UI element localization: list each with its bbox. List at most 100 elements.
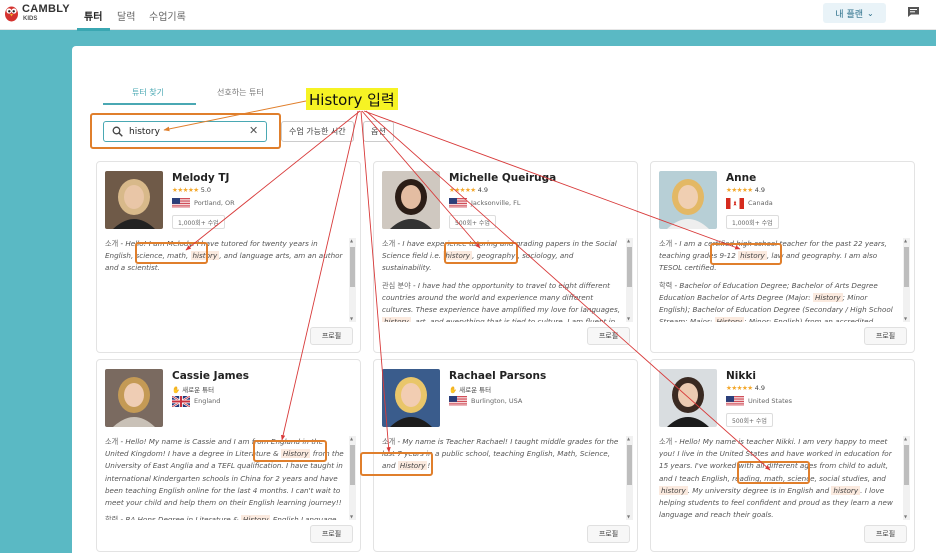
top-navigation-bar: CAMBLY KIDS 튜터 달력 수업기록 내 플랜 ⌄ xyxy=(0,0,936,31)
scroll-down-icon[interactable]: ▼ xyxy=(350,317,353,321)
tutor-avatar[interactable] xyxy=(105,171,163,229)
scrollbar-thumb[interactable] xyxy=(904,445,909,485)
tutor-card[interactable]: Melody TJ ★★★★★ 5.0 Portland, OR 1,000회+ 수업… xyxy=(96,161,361,353)
chevron-down-icon: ⌄ xyxy=(867,8,874,18)
tutor-avatar[interactable] xyxy=(105,369,163,427)
scroll-up-icon[interactable]: ▲ xyxy=(350,239,353,243)
tutor-avatar[interactable] xyxy=(659,369,717,427)
scrollbar-thumb[interactable] xyxy=(627,247,632,287)
description-section: 소개 - My name is Teacher Rachael! I taugh… xyxy=(382,437,619,471)
scroll-up-icon[interactable]: ▲ xyxy=(627,437,630,441)
search-highlight: History xyxy=(240,515,271,520)
scroll-up-icon[interactable]: ▲ xyxy=(350,437,353,441)
scroll-down-icon[interactable]: ▼ xyxy=(350,515,353,519)
section-label: 관심 분야 xyxy=(382,280,411,290)
options-filter-button[interactable]: 옵션 xyxy=(363,121,394,142)
tutor-location-text: Portland, OR xyxy=(194,199,235,207)
new-tutor-icon: ✋ xyxy=(172,386,181,394)
scroll-down-icon[interactable]: ▼ xyxy=(904,317,907,321)
tab-find-tutors[interactable]: 튜터 찾기 xyxy=(132,87,164,98)
availability-filter-button[interactable]: 수업 가능한 시간 xyxy=(281,121,354,142)
search-highlight: History xyxy=(280,449,311,459)
section-label: 소개 xyxy=(382,437,396,446)
scroll-up-icon[interactable]: ▲ xyxy=(904,239,907,243)
scrollbar-thumb[interactable] xyxy=(350,445,355,485)
my-plan-button[interactable]: 내 플랜 ⌄ xyxy=(823,3,886,23)
section-label: 학력 xyxy=(659,280,673,290)
nav-tutors[interactable]: 튜터 xyxy=(84,8,102,23)
search-input[interactable] xyxy=(129,125,239,139)
tutor-name[interactable]: Cassie James xyxy=(172,370,249,382)
tutor-name[interactable]: Michelle Queiruga xyxy=(449,172,556,184)
search-highlight: history xyxy=(382,317,411,322)
search-highlight: history xyxy=(190,251,220,261)
profile-button[interactable]: 프로필 xyxy=(587,327,630,345)
tutor-name[interactable]: Rachael Parsons xyxy=(449,370,546,382)
tutor-avatar[interactable] xyxy=(382,369,440,427)
scroll-up-icon[interactable]: ▲ xyxy=(627,239,630,243)
tutor-badge: ✋ 새로운 튜터 xyxy=(172,386,215,394)
close-icon[interactable]: ✕ xyxy=(249,124,258,137)
tutor-location-text: England xyxy=(194,397,221,405)
tutor-card[interactable]: Michelle Queiruga ★★★★★ 4.9 Jacksonville, … xyxy=(373,161,638,353)
options-filter-label: 옵션 xyxy=(371,127,386,136)
us-flag-icon xyxy=(726,395,744,407)
tutor-name[interactable]: Nikki xyxy=(726,370,756,382)
availability-filter-label: 수업 가능한 시간 xyxy=(289,127,346,136)
section-label: 소개 xyxy=(659,437,673,446)
uk-flag-icon xyxy=(172,395,190,407)
tutor-location: Canada xyxy=(726,197,773,209)
profile-button[interactable]: 프로필 xyxy=(310,525,353,543)
scroll-down-icon[interactable]: ▼ xyxy=(627,317,630,321)
search-highlight: history xyxy=(659,485,688,495)
nav-calendar[interactable]: 달력 xyxy=(117,8,135,23)
profile-button[interactable]: 프로필 xyxy=(587,525,630,543)
tutor-name[interactable]: Melody TJ xyxy=(172,172,229,184)
description-scrollbar[interactable]: ▲ ▼ xyxy=(349,238,356,322)
description-scrollbar[interactable]: ▲ ▼ xyxy=(626,238,633,322)
tutor-location: Portland, OR xyxy=(172,197,235,209)
tutor-rating: ★★★★★ 4.9 xyxy=(726,384,766,392)
message-icon[interactable] xyxy=(907,6,920,18)
search-box[interactable]: ✕ xyxy=(103,121,267,142)
tutor-location: Burlington, USA xyxy=(449,395,522,407)
description-scrollbar[interactable]: ▲ ▼ xyxy=(349,436,356,520)
scrollbar-thumb[interactable] xyxy=(350,247,355,287)
description-scrollbar[interactable]: ▲ ▼ xyxy=(903,436,910,520)
tutor-location: United States xyxy=(726,395,792,407)
scroll-up-icon[interactable]: ▲ xyxy=(904,437,907,441)
section-label: 학력 xyxy=(105,515,119,520)
tutor-description: 소개 - I have experience tutoring and grad… xyxy=(382,238,622,322)
tutor-avatar[interactable] xyxy=(659,171,717,229)
tutor-card[interactable]: Rachael Parsons ✋ 새로운 튜터 Burlington, USA 소개… xyxy=(373,359,638,552)
tutor-location-text: United States xyxy=(748,397,793,405)
profile-button[interactable]: 프로필 xyxy=(864,327,907,345)
nav-lesson-history[interactable]: 수업기록 xyxy=(149,8,186,23)
tutor-name[interactable]: Anne xyxy=(726,172,756,184)
us-flag-icon xyxy=(449,395,467,407)
tutor-avatar[interactable] xyxy=(382,171,440,229)
description-section: 소개 - I am a certified high school teache… xyxy=(659,239,887,273)
tab-favorite-tutors[interactable]: 선호하는 튜터 xyxy=(217,87,264,98)
star-rating-icon: ★★★★★ xyxy=(172,186,199,194)
tutor-location: Jacksonville, FL xyxy=(449,197,520,209)
description-scrollbar[interactable]: ▲ ▼ xyxy=(903,238,910,322)
scroll-down-icon[interactable]: ▼ xyxy=(904,515,907,519)
description-scrollbar[interactable]: ▲ ▼ xyxy=(626,436,633,520)
scrollbar-thumb[interactable] xyxy=(627,445,632,485)
tutor-card[interactable]: Nikki ★★★★★ 4.9 United States 500회+ 수업 소개 - … xyxy=(650,359,915,552)
tutor-description: 소개 - Hello! I am Melody. I have tutored … xyxy=(105,238,345,322)
lesson-count-badge: 1,000회+ 수업 xyxy=(726,215,779,229)
scrollbar-thumb[interactable] xyxy=(904,247,909,287)
tutor-card[interactable]: Anne ★★★★★ 4.9 Canada 1,000회+ 수업 소개 - I am a… xyxy=(650,161,915,353)
new-tutor-icon: ✋ xyxy=(449,386,458,394)
lesson-count-badge: 500회+ 수업 xyxy=(449,215,496,229)
search-highlight: History xyxy=(714,317,745,322)
cambly-kids-logo[interactable]: CAMBLY KIDS xyxy=(4,2,70,28)
tutor-card[interactable]: Cassie James ✋ 새로운 튜터 England 소개 - Hello! M… xyxy=(96,359,361,552)
tutor-badge: ✋ 새로운 튜터 xyxy=(449,386,492,394)
scroll-down-icon[interactable]: ▼ xyxy=(627,515,630,519)
profile-button[interactable]: 프로필 xyxy=(864,525,907,543)
profile-button[interactable]: 프로필 xyxy=(310,327,353,345)
canada-flag-icon xyxy=(726,197,744,209)
